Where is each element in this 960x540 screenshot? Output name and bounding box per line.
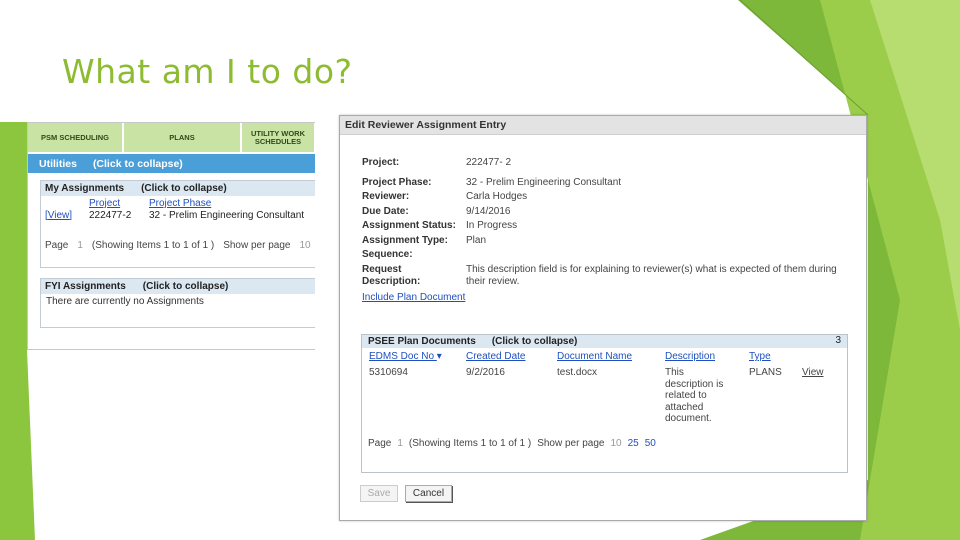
per-page-option-25[interactable]: 25 <box>628 438 639 449</box>
detail-row: Due Date: 9/14/2016 <box>362 205 852 220</box>
detail-label: Assignment Status: <box>362 220 456 231</box>
fyi-title: FYI Assignments <box>45 281 126 292</box>
my-assignments-title: My Assignments <box>45 183 125 194</box>
assignments-table: Project Project Phase [View] 222477-2 32… <box>41 196 315 221</box>
detail-row: Description: their review. <box>362 275 852 290</box>
doc-type: PLANS <box>749 367 782 378</box>
detail-row: Project: 222477- 2 <box>362 156 852 171</box>
assignments-screenshot: PSM SCHEDULING PLANS UTILITY WORK SCHEDU… <box>27 122 315 350</box>
table-row: [View] 222477-2 32 - Prelim Engineering … <box>45 210 315 222</box>
show-per-page-label: Show per page <box>537 438 605 449</box>
detail-value: 32 - Prelim Engineering Consultant <box>466 176 622 188</box>
tab-psm-scheduling[interactable]: PSM SCHEDULING <box>28 123 122 152</box>
showing-items: (Showing Items 1 to 1 of 1 ) <box>408 438 532 449</box>
column-type[interactable]: Type <box>749 351 771 362</box>
per-page-option-10[interactable]: 10 <box>610 438 621 449</box>
detail-row: Assignment Status: In Progress <box>362 219 852 234</box>
detail-value: 222477- 2 <box>466 157 512 168</box>
detail-value: Plan <box>466 234 487 246</box>
detail-label: Reviewer: <box>362 191 410 202</box>
page-label: Page <box>45 240 69 251</box>
utilities-collapse[interactable]: (Click to collapse) <box>93 158 183 170</box>
column-project[interactable]: Project <box>89 198 149 210</box>
page-number[interactable]: 1 <box>77 240 83 267</box>
fyi-collapse[interactable]: (Click to collapse) <box>143 281 229 292</box>
page-label: Page <box>368 438 392 449</box>
per-page-option[interactable]: 10 <box>299 240 310 267</box>
detail-value: 9/14/2016 <box>466 205 511 217</box>
assignment-details: Project: 222477- 2 Project Phase: 32 - P… <box>362 156 852 290</box>
doc-created-date: 9/2/2016 <box>466 367 505 378</box>
table-header-row: Project Project Phase <box>45 198 315 210</box>
save-button[interactable]: Save <box>360 485 398 502</box>
doc-view-link[interactable]: View <box>802 367 824 379</box>
detail-row: Assignment Type: Plan <box>362 234 852 249</box>
detail-value: This description field is for explaining… <box>466 263 837 275</box>
column-created-date[interactable]: Created Date <box>466 351 525 362</box>
showing-items: (Showing Items 1 to 1 of 1 ) <box>91 240 215 251</box>
dialog-title: Edit Reviewer Assignment Entry <box>340 116 866 135</box>
doc-name: test.docx <box>557 367 598 378</box>
my-assignments-collapse[interactable]: (Click to collapse) <box>141 183 227 194</box>
view-link[interactable]: [View] <box>45 210 89 222</box>
project-number: 222477-2 <box>89 209 132 221</box>
documents-table: EDMS Doc No ▾ Created Date Document Name… <box>362 348 847 428</box>
detail-label: Description: <box>362 276 421 287</box>
tab-plans[interactable]: PLANS <box>124 123 240 152</box>
cancel-button[interactable]: Cancel <box>405 485 452 502</box>
my-assignments-section: My Assignments (Click to collapse) Proje… <box>40 180 315 268</box>
module-tabs: PSM SCHEDULING PLANS UTILITY WORK SCHEDU… <box>28 123 315 152</box>
show-per-page-label: Show per page <box>223 240 291 251</box>
page-number[interactable]: 1 <box>397 438 403 449</box>
utilities-bar[interactable]: Utilities (Click to collapse) <box>28 154 315 173</box>
per-page-option-50[interactable]: 50 <box>645 438 656 449</box>
fyi-empty-message: There are currently no Assignments <box>46 296 204 307</box>
detail-label: Project: <box>362 157 400 168</box>
plan-documents-title: PSEE Plan Documents <box>368 336 476 347</box>
plan-documents-header[interactable]: PSEE Plan Documents (Click to collapse) … <box>362 335 847 348</box>
tab-utility-work-schedules[interactable]: UTILITY WORK SCHEDULES <box>242 123 314 152</box>
assignments-pager: Page 1 (Showing Items 1 to 1 of 1 ) Show… <box>41 240 315 267</box>
edit-reviewer-dialog: Edit Reviewer Assignment Entry Project: … <box>339 115 867 521</box>
documents-pager: Page 1 (Showing Items 1 to 1 of 1 ) Show… <box>368 438 656 449</box>
detail-label: Assignment Type: <box>362 234 448 246</box>
header-corner-marker: 3 <box>835 335 841 346</box>
detail-label: Sequence: <box>362 249 413 260</box>
plan-documents-panel: PSEE Plan Documents (Click to collapse) … <box>361 334 848 473</box>
detail-value: their review. <box>466 276 520 287</box>
detail-row: Reviewer: Carla Hodges <box>362 190 852 205</box>
detail-value: In Progress <box>466 220 518 231</box>
sort-down-icon: ▾ <box>436 351 442 362</box>
doc-number: 5310694 <box>369 367 408 378</box>
utilities-title: Utilities <box>39 157 77 170</box>
detail-label: Due Date: <box>362 205 409 217</box>
column-document-name[interactable]: Document Name <box>557 351 632 362</box>
column-description[interactable]: Description <box>665 351 715 362</box>
detail-value: Carla Hodges <box>466 191 528 202</box>
fyi-assignments-section: FYI Assignments (Click to collapse) Ther… <box>40 278 315 328</box>
include-plan-document-link[interactable]: Include Plan Document <box>362 292 465 303</box>
fyi-header[interactable]: FYI Assignments (Click to collapse) <box>41 279 315 294</box>
detail-row: Sequence: <box>362 248 852 263</box>
column-edms-doc-no[interactable]: EDMS Doc No ▾ <box>369 351 442 362</box>
plan-documents-collapse[interactable]: (Click to collapse) <box>492 336 578 347</box>
column-project-phase[interactable]: Project Phase <box>149 198 211 210</box>
slide-title: What am I to do? <box>62 52 353 91</box>
my-assignments-header[interactable]: My Assignments (Click to collapse) <box>41 181 315 196</box>
project-phase: 32 - Prelim Engineering Consultant <box>149 209 305 221</box>
detail-label: Project Phase: <box>362 176 432 188</box>
detail-row: Project Phase: 32 - Prelim Engineering C… <box>362 176 852 191</box>
doc-description: This description is related to attached … <box>665 367 724 424</box>
